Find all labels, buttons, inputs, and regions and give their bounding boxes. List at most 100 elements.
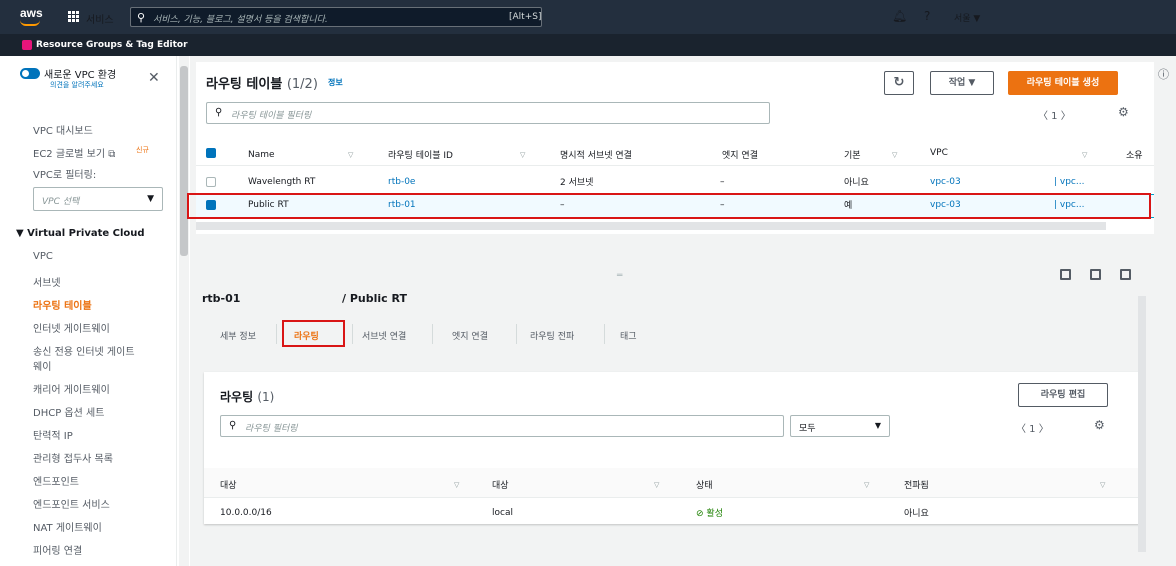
tab-subnet-associations[interactable]: 서브넷 연결 bbox=[362, 329, 406, 342]
resource-groups-link[interactable]: Resource Groups & Tag Editor bbox=[36, 40, 188, 50]
cell-edge: – bbox=[720, 177, 725, 187]
column-header-owner[interactable]: 소유 bbox=[1126, 148, 1143, 161]
caret-down-icon: ▼ bbox=[874, 421, 881, 430]
gear-icon[interactable]: ⚙ bbox=[1118, 105, 1129, 119]
cell-owner[interactable]: | vpc... bbox=[1054, 177, 1084, 187]
create-route-table-button[interactable]: 라우팅 테이블 생성 bbox=[1008, 71, 1118, 95]
cell-id-link[interactable]: rtb-0e bbox=[388, 177, 415, 187]
sidebar-item-prefix-lists[interactable]: 관리형 접두사 목록 bbox=[33, 450, 113, 465]
column-header-edge[interactable]: 엣지 연결 bbox=[722, 148, 758, 161]
cell-vpc-link[interactable]: vpc-03 bbox=[930, 177, 961, 187]
cell-name: Wavelength RT bbox=[248, 177, 316, 187]
routes-filter-select[interactable]: 모두 ▼ bbox=[790, 415, 890, 437]
sidebar-item-vpc[interactable]: VPC bbox=[33, 251, 53, 262]
search-icon: ⚲ bbox=[215, 107, 223, 118]
sort-icon[interactable]: ▽ bbox=[348, 151, 353, 159]
resource-groups-icon bbox=[22, 40, 32, 50]
routes-filter-input[interactable]: ⚲ 라우팅 필터링 bbox=[220, 415, 784, 437]
sidebar-item-egress-only-igw-cont[interactable]: 웨이 bbox=[33, 358, 51, 373]
row-checkbox[interactable] bbox=[206, 177, 216, 187]
sidebar-section-vpc[interactable]: ▼ Virtual Private Cloud bbox=[16, 228, 145, 239]
column-header-target[interactable]: 대상 bbox=[492, 478, 509, 491]
services-menu[interactable]: 서비스 bbox=[86, 11, 114, 26]
sidebar-item-subnets[interactable]: 서브넷 bbox=[33, 274, 61, 289]
close-icon[interactable]: ✕ bbox=[148, 70, 160, 86]
tab-divider bbox=[432, 324, 433, 344]
highlight-box-row bbox=[187, 193, 1151, 219]
sidebar-item-nat-gateways[interactable]: NAT 게이트웨이 bbox=[33, 519, 102, 534]
panel-side-view-icon[interactable] bbox=[1090, 269, 1101, 280]
sidebar-item-internet-gateways[interactable]: 인터넷 게이트웨이 bbox=[33, 320, 110, 335]
sort-icon[interactable]: ▽ bbox=[1082, 151, 1087, 159]
sidebar-item-peering[interactable]: 피어링 연결 bbox=[33, 542, 82, 557]
sidebar-item-endpoint-services[interactable]: 엔드포인트 서비스 bbox=[33, 496, 110, 511]
column-header-status[interactable]: 상태 bbox=[696, 478, 713, 491]
vpc-filter-select[interactable]: VPC 선택 ▼ bbox=[33, 187, 163, 211]
filter-placeholder: 라우팅 필터링 bbox=[245, 424, 298, 434]
info-circle-icon[interactable]: ⓘ bbox=[1158, 66, 1169, 82]
tab-route-propagation[interactable]: 라우팅 전파 bbox=[530, 329, 574, 342]
external-link-icon: ⧉ bbox=[108, 149, 116, 160]
sort-icon[interactable]: ▽ bbox=[454, 481, 459, 489]
search-placeholder: 서비스, 기능, 블로그, 설명서 등을 검색합니다. bbox=[153, 15, 328, 25]
panel-full-view-icon[interactable] bbox=[1120, 269, 1131, 280]
info-link[interactable]: 정보 bbox=[328, 77, 343, 88]
column-header-vpc[interactable]: VPC bbox=[930, 148, 948, 158]
search-icon: ⚲ bbox=[137, 11, 146, 24]
routes-pagination[interactable]: 〈 1 〉 bbox=[1016, 420, 1049, 435]
sidebar-item-dhcp-options[interactable]: DHCP 옵션 세트 bbox=[33, 404, 104, 419]
tab-details[interactable]: 세부 정보 bbox=[220, 329, 256, 342]
sidebar-item-ec2-global[interactable]: EC2 글로벌 보기 ⧉ bbox=[33, 145, 115, 160]
check-circle-icon: ⊘ bbox=[696, 509, 704, 519]
aws-logo[interactable]: aws bbox=[20, 6, 43, 20]
tab-tags[interactable]: 태그 bbox=[620, 329, 637, 342]
gear-icon[interactable]: ⚙ bbox=[1094, 418, 1105, 432]
new-vpc-toggle[interactable] bbox=[20, 68, 40, 79]
sort-icon[interactable]: ▽ bbox=[654, 481, 659, 489]
help-icon[interactable]: ? bbox=[924, 9, 930, 23]
table-horizontal-scrollbar[interactable] bbox=[196, 222, 1106, 230]
sidebar-item-route-tables[interactable]: 라우팅 테이블 bbox=[33, 297, 92, 312]
column-header-id[interactable]: 라우팅 테이블 ID bbox=[388, 148, 453, 161]
sidebar-item-elastic-ip[interactable]: 탄력적 IP bbox=[33, 427, 73, 442]
panel-bottom-view-icon[interactable] bbox=[1060, 269, 1071, 280]
sidebar-item-egress-only-igw[interactable]: 송신 전용 인터넷 게이트 bbox=[33, 343, 135, 358]
notification-bell-icon[interactable]: 🔔︎ bbox=[892, 9, 907, 23]
sort-icon[interactable]: ▽ bbox=[1100, 481, 1105, 489]
tab-edge-associations[interactable]: 엣지 연결 bbox=[452, 329, 488, 342]
split-panel-drag-handle[interactable]: ═ bbox=[617, 271, 622, 281]
column-header-destination[interactable]: 대상 bbox=[220, 478, 237, 491]
table-header bbox=[196, 142, 1154, 166]
route-table-filter-input[interactable]: ⚲ 라우팅 테이블 필터링 bbox=[206, 102, 770, 124]
sort-icon[interactable]: ▽ bbox=[520, 151, 525, 159]
sidebar-item-endpoints[interactable]: 엔드포인트 bbox=[33, 473, 79, 488]
global-search-input[interactable]: ⚲ 서비스, 기능, 블로그, 설명서 등을 검색합니다. [Alt+S] bbox=[130, 7, 542, 27]
new-badge: 신규 bbox=[136, 146, 149, 154]
column-header-name[interactable]: Name bbox=[248, 150, 275, 160]
tab-divider bbox=[276, 324, 277, 344]
column-header-main[interactable]: 기본 bbox=[844, 148, 861, 161]
refresh-button[interactable]: ↻ bbox=[884, 71, 914, 95]
region-selector[interactable]: 서울 ▼ bbox=[954, 11, 980, 24]
new-vpc-label: 새로운 VPC 환경 bbox=[44, 70, 117, 81]
tab-divider bbox=[516, 324, 517, 344]
feedback-link[interactable]: 의견을 알려주세요 bbox=[50, 80, 104, 90]
select-value: 모두 bbox=[799, 424, 816, 434]
vpc-select-placeholder: VPC 선택 bbox=[42, 197, 80, 207]
sidebar-item-dashboard[interactable]: VPC 대시보드 bbox=[33, 122, 93, 137]
column-header-subnet[interactable]: 명시적 서브넷 연결 bbox=[560, 148, 632, 161]
edit-routes-button[interactable]: 라우팅 편집 bbox=[1018, 383, 1108, 407]
sort-icon[interactable]: ▽ bbox=[864, 481, 869, 489]
detail-scrollbar[interactable] bbox=[1138, 296, 1146, 552]
actions-button[interactable]: 작업 ▼ bbox=[930, 71, 994, 95]
services-grid-icon[interactable] bbox=[68, 11, 80, 23]
routes-table-header bbox=[204, 468, 1144, 498]
column-header-propagated[interactable]: 전파됨 bbox=[904, 478, 929, 491]
pagination[interactable]: 〈 1 〉 bbox=[1038, 107, 1071, 122]
select-all-checkbox[interactable] bbox=[206, 148, 216, 158]
cell-target: local bbox=[492, 508, 513, 518]
sidebar-item-carrier-gateways[interactable]: 캐리어 게이트웨이 bbox=[33, 381, 110, 396]
vpc-filter-label: VPC로 필터링: bbox=[33, 170, 97, 181]
sidebar-scrollbar-thumb[interactable] bbox=[180, 66, 188, 256]
sort-icon[interactable]: ▽ bbox=[892, 151, 897, 159]
